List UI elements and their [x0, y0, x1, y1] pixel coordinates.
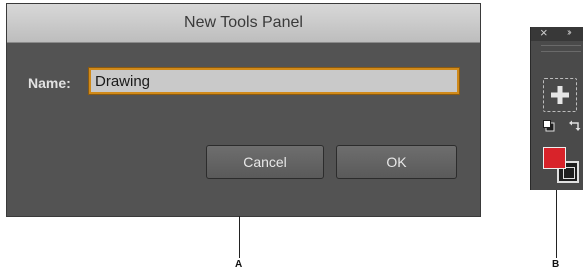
add-tool-icon	[551, 86, 569, 104]
swap-colors-icon[interactable]	[569, 119, 583, 131]
new-tools-panel-dialog: New Tools Panel Name: Cancel OK	[7, 4, 480, 216]
callout-line-b	[556, 190, 557, 258]
dialog-title: New Tools Panel	[184, 14, 303, 31]
callout-label-b: B	[552, 259, 560, 270]
tools-panel-header[interactable]: × ››	[531, 27, 583, 41]
collapse-icon[interactable]: ››	[567, 27, 571, 38]
callout-line-a	[239, 216, 240, 258]
name-label: Name:	[28, 75, 71, 91]
add-tool-button[interactable]	[543, 78, 577, 112]
callout-label-a: A	[235, 259, 243, 270]
dialog-titlebar[interactable]: New Tools Panel	[7, 4, 480, 43]
close-icon[interactable]: ×	[540, 27, 548, 40]
ok-button[interactable]: OK	[336, 145, 457, 179]
name-input[interactable]	[88, 67, 460, 95]
cancel-button[interactable]: Cancel	[206, 145, 324, 179]
panel-grip[interactable]	[541, 45, 581, 52]
default-colors-icon[interactable]	[543, 120, 555, 132]
tools-panel: × ››	[530, 27, 583, 190]
fill-color-swatch[interactable]	[543, 147, 566, 169]
